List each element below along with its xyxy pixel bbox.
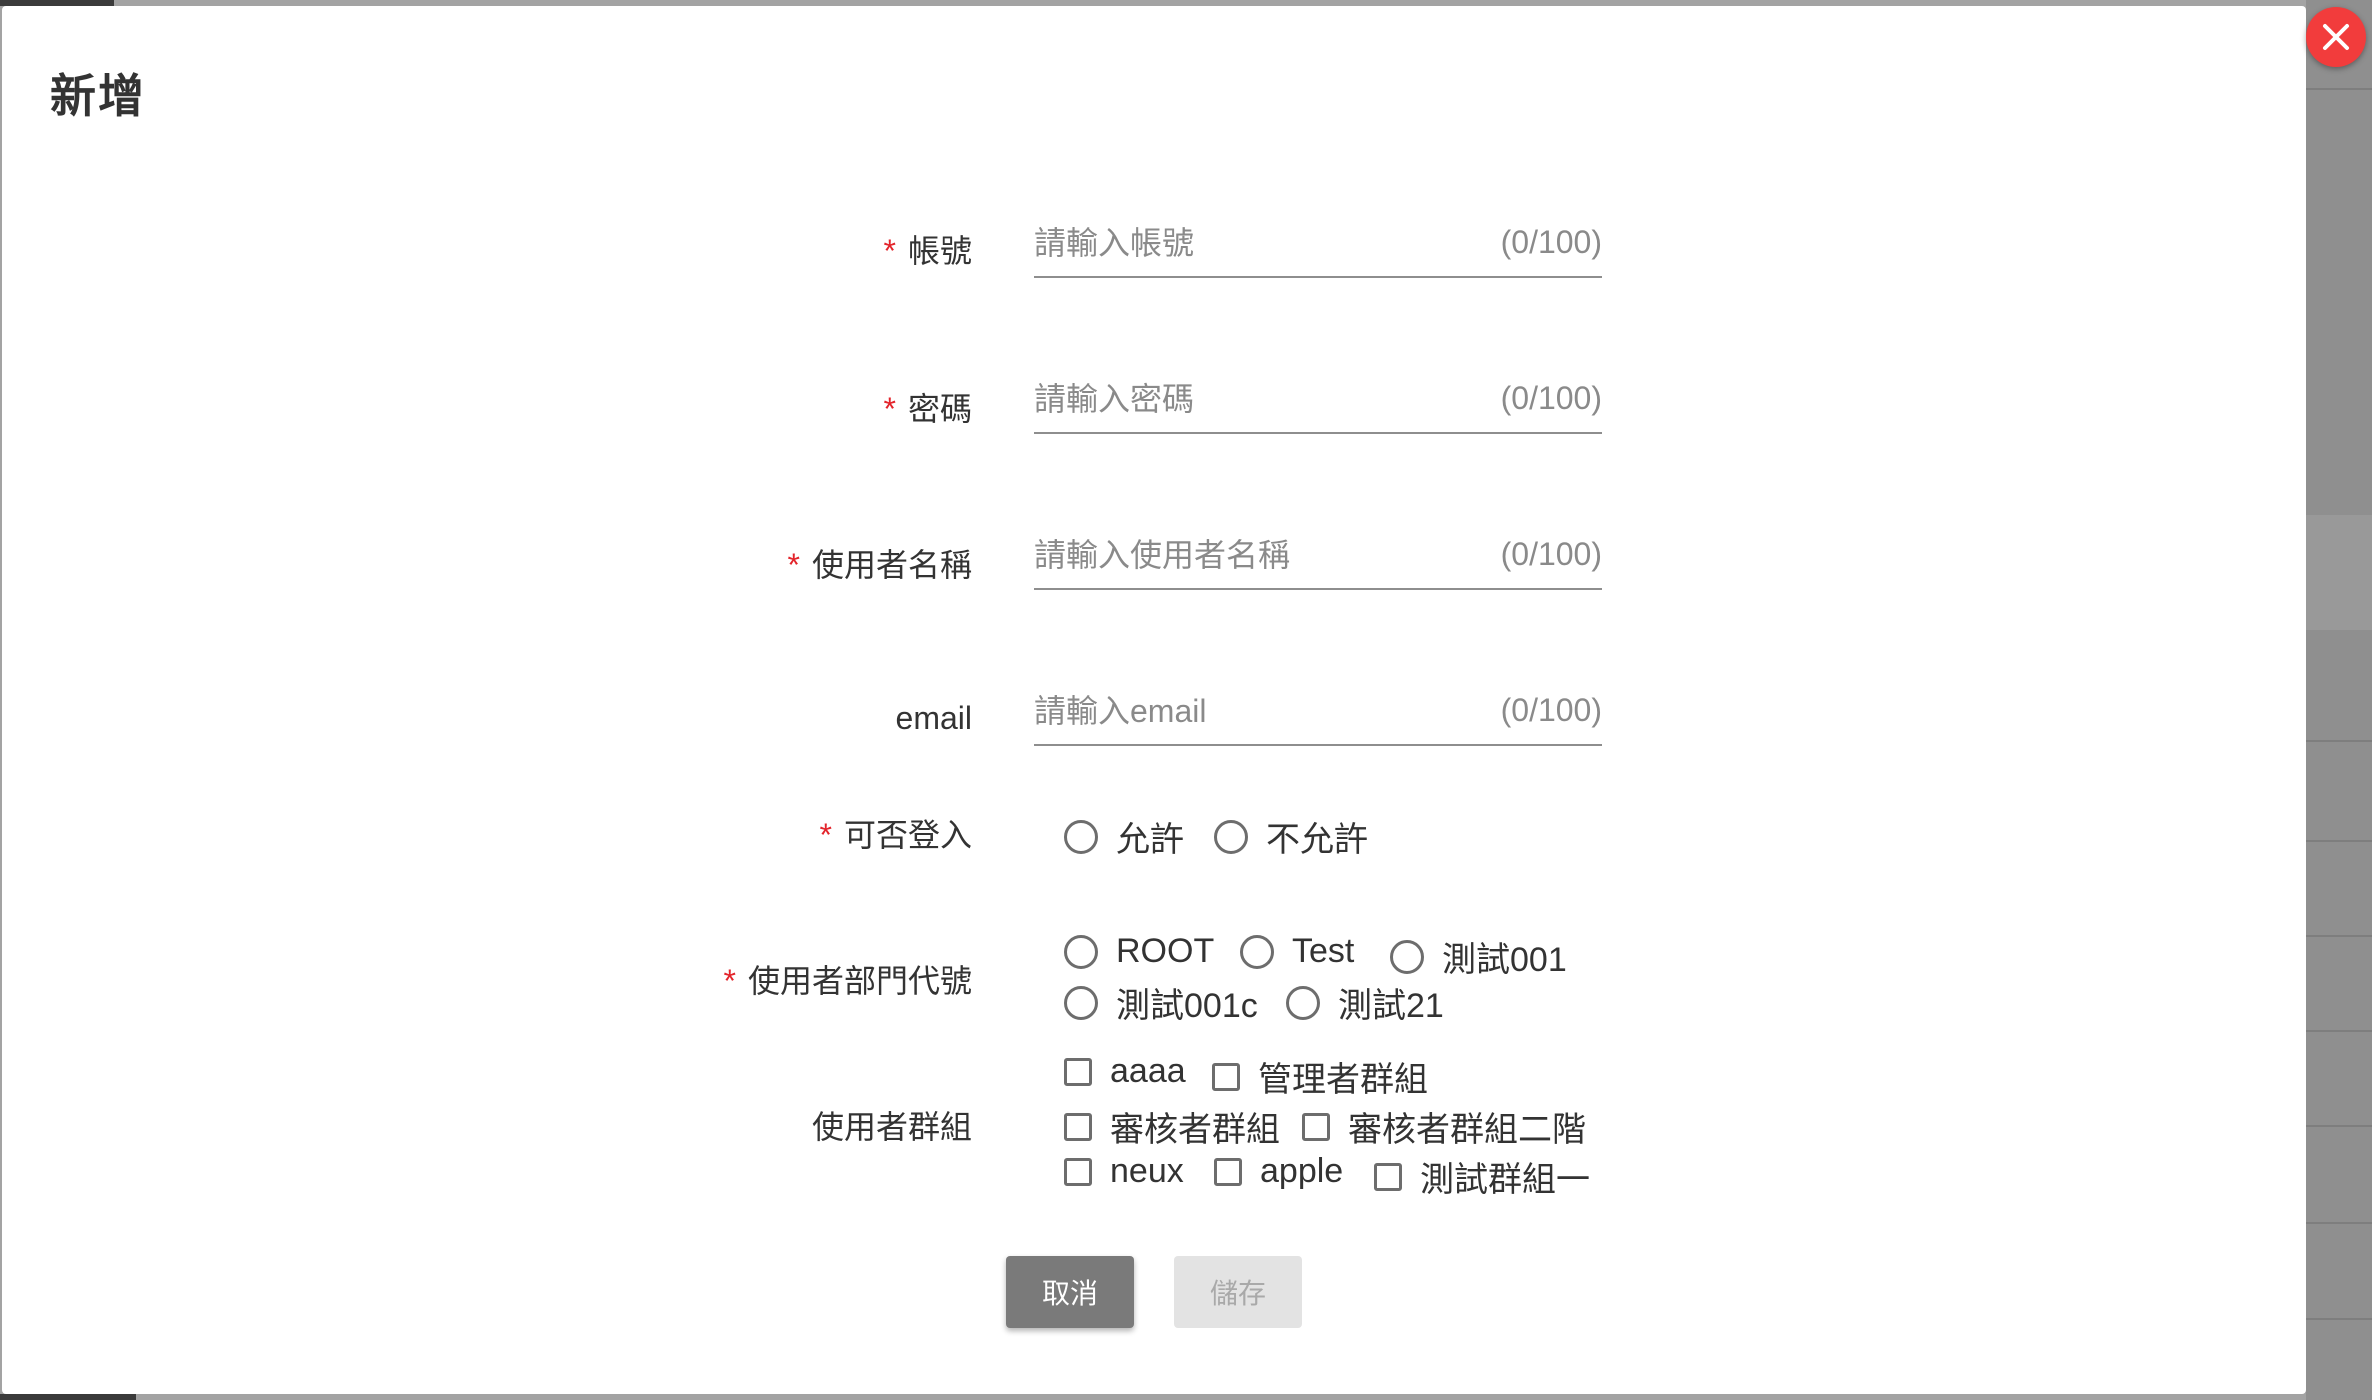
- login-allowed-radio-allow[interactable]: 允許: [1064, 812, 1184, 861]
- username-input[interactable]: [1034, 532, 1454, 578]
- account-char-counter: (0/100): [1500, 224, 1602, 260]
- email-label-text: email: [895, 700, 972, 736]
- required-mark: *: [787, 547, 800, 583]
- checkbox[interactable]: [1374, 1162, 1402, 1191]
- checkbox-label: 管理者群組: [1258, 1061, 1428, 1099]
- background-divider: [2306, 1125, 2372, 1127]
- radio-label: 測試21: [1338, 987, 1444, 1025]
- checkbox[interactable]: [1214, 1157, 1242, 1186]
- login-allowed-radio-deny[interactable]: 不允許: [1214, 812, 1368, 861]
- username-label: * 使用者名稱: [788, 540, 972, 586]
- department-radio-test001c[interactable]: 測試001c: [1064, 978, 1258, 1027]
- login-allowed-label-text: 可否登入: [843, 817, 972, 853]
- checkbox-label: 測試群組一: [1420, 1161, 1590, 1199]
- required-mark: *: [883, 233, 896, 269]
- login-allowed-label: * 可否登入: [820, 810, 972, 856]
- radio-button[interactable]: [1390, 939, 1424, 974]
- group-checkbox-neux[interactable]: neux: [1064, 1152, 1184, 1191]
- radio-button[interactable]: [1064, 819, 1098, 854]
- checkbox[interactable]: [1302, 1112, 1330, 1141]
- group-checkbox-test-group-1[interactable]: 測試群組一: [1374, 1152, 1590, 1201]
- checkbox-label: neux: [1110, 1152, 1184, 1190]
- checkbox-label: 審核者群組: [1110, 1111, 1280, 1149]
- background-divider: [2306, 935, 2372, 937]
- radio-label: 允許: [1116, 821, 1184, 859]
- background-divider: [2306, 840, 2372, 842]
- password-label-text: 密碼: [907, 391, 972, 427]
- dialog-title: 新增: [50, 70, 146, 122]
- department-radio-test21[interactable]: 測試21: [1286, 978, 1444, 1027]
- department-label: * 使用者部門代號: [724, 956, 972, 1002]
- checkbox[interactable]: [1064, 1112, 1092, 1141]
- password-field[interactable]: (0/100): [1034, 376, 1602, 434]
- group-checkbox-reviewer-level2[interactable]: 審核者群組二階: [1302, 1102, 1586, 1151]
- radio-label: ROOT: [1116, 932, 1215, 970]
- account-label-text: 帳號: [907, 233, 972, 269]
- radio-button[interactable]: [1240, 934, 1274, 969]
- close-icon: [2323, 24, 2349, 50]
- radio-button[interactable]: [1286, 985, 1320, 1020]
- department-radio-test001[interactable]: 測試001: [1390, 932, 1567, 981]
- checkbox[interactable]: [1064, 1157, 1092, 1186]
- email-label: email: [896, 700, 972, 737]
- background-divider: [2306, 1222, 2372, 1224]
- close-button[interactable]: [2306, 7, 2366, 67]
- username-char-counter: (0/100): [1500, 536, 1602, 572]
- background-divider: [2306, 1318, 2372, 1320]
- radio-button[interactable]: [1214, 819, 1248, 854]
- radio-button[interactable]: [1064, 934, 1098, 969]
- account-input[interactable]: [1034, 220, 1454, 266]
- checkbox-label: aaaa: [1110, 1052, 1186, 1090]
- email-field[interactable]: (0/100): [1034, 688, 1602, 746]
- account-label: * 帳號: [884, 226, 972, 272]
- department-label-text: 使用者部門代號: [747, 963, 972, 999]
- email-char-counter: (0/100): [1500, 692, 1602, 728]
- groups-label-text: 使用者群組: [811, 1109, 972, 1145]
- groups-label: 使用者群組: [812, 1102, 972, 1148]
- password-label: * 密碼: [884, 384, 972, 430]
- account-field[interactable]: (0/100): [1034, 220, 1602, 278]
- radio-label: Test: [1292, 932, 1355, 970]
- checkbox[interactable]: [1212, 1062, 1240, 1091]
- checkbox[interactable]: [1064, 1057, 1092, 1086]
- background-row-block: [2306, 515, 2372, 630]
- required-mark: *: [819, 817, 832, 853]
- department-radio-test[interactable]: Test: [1240, 932, 1354, 971]
- checkbox-label: apple: [1260, 1152, 1344, 1190]
- group-checkbox-apple[interactable]: apple: [1214, 1152, 1343, 1191]
- background-divider: [2306, 1030, 2372, 1032]
- email-input[interactable]: [1034, 688, 1454, 734]
- department-radio-root[interactable]: ROOT: [1064, 932, 1214, 971]
- required-mark: *: [883, 391, 896, 427]
- password-input[interactable]: [1034, 376, 1454, 422]
- background-right-panel: [2306, 0, 2372, 1400]
- save-button[interactable]: 儲存: [1174, 1256, 1302, 1328]
- cancel-button[interactable]: 取消: [1006, 1256, 1134, 1328]
- radio-label: 測試001: [1442, 941, 1567, 979]
- radio-label: 不允許: [1266, 821, 1368, 859]
- required-mark: *: [723, 963, 736, 999]
- username-field[interactable]: (0/100): [1034, 532, 1602, 590]
- group-checkbox-admin[interactable]: 管理者群組: [1212, 1052, 1428, 1101]
- radio-label: 測試001c: [1116, 987, 1258, 1025]
- background-bottombar: [0, 1394, 136, 1400]
- radio-button[interactable]: [1064, 985, 1098, 1020]
- username-label-text: 使用者名稱: [811, 547, 972, 583]
- group-checkbox-aaaa[interactable]: aaaa: [1064, 1052, 1186, 1091]
- background-divider: [2306, 88, 2372, 90]
- password-char-counter: (0/100): [1500, 380, 1602, 416]
- group-checkbox-reviewer[interactable]: 審核者群組: [1064, 1102, 1280, 1151]
- background-divider: [2306, 740, 2372, 742]
- checkbox-label: 審核者群組二階: [1348, 1111, 1586, 1149]
